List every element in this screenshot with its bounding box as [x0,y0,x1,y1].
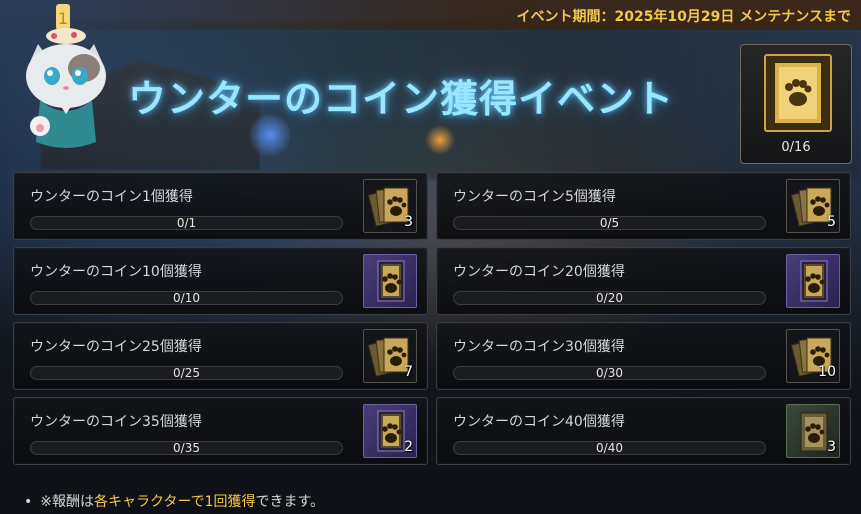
progress-text: 0/20 [596,291,623,305]
mission-label: ウンターのコイン35個獲得 [30,414,202,430]
reward-slot[interactable]: 2 [363,404,417,458]
mission-label: ウンターのコイン40個獲得 [453,414,625,430]
reward-quantity: 5 [827,214,836,230]
progress-text: 0/30 [596,366,623,380]
mission-card[interactable]: ウンターのコイン1個獲得 0/1 3 [13,172,428,240]
reward-slot[interactable] [786,254,840,308]
reward-quantity: 3 [827,439,836,455]
mission-label: ウンターのコイン25個獲得 [30,339,202,355]
mission-label: ウンターのコイン10個獲得 [30,264,202,280]
reward-slot[interactable]: 7 [363,329,417,383]
progress-text: 0/25 [173,366,200,380]
footer-suffix: できます。 [255,494,325,510]
footer-note: • ※報酬は各キャラクターで1回獲得できます。 [24,491,324,511]
mission-label: ウンターのコイン20個獲得 [453,264,625,280]
footer-highlight: 各キャラクターで1回獲得 [94,494,256,510]
reward-slot[interactable]: 10 [786,329,840,383]
reward-slot[interactable]: 3 [363,179,417,233]
reward-quantity: 7 [404,364,413,380]
progress-text: 0/10 [173,291,200,305]
mission-card[interactable]: ウンターのコイン30個獲得 0/30 10 [436,322,851,390]
mission-grid: ウンターのコイン1個獲得 0/1 3 ウンターのコイン5個獲得 0/5 5 ウンターのコイン… [0,0,861,514]
mission-label: ウンターのコイン1個獲得 [30,189,193,205]
reward-slot[interactable]: 5 [786,179,840,233]
reward-slot[interactable] [363,254,417,308]
mission-card[interactable]: ウンターのコイン40個獲得 0/40 3 [436,397,851,465]
mission-card[interactable]: ウンターのコイン20個獲得 0/20 [436,247,851,315]
mission-card[interactable]: ウンターのコイン10個獲得 0/10 [13,247,428,315]
mission-card[interactable]: ウンターのコイン25個獲得 0/25 7 [13,322,428,390]
reward-quantity: 3 [404,214,413,230]
reward-quantity: 2 [404,439,413,455]
progress-text: 0/1 [176,216,197,230]
progress-text: 0/5 [599,216,620,230]
mission-card[interactable]: ウンターのコイン35個獲得 0/35 2 [13,397,428,465]
reward-slot[interactable]: 3 [786,404,840,458]
footer-prefix: ※報酬は [40,494,94,510]
mission-card[interactable]: ウンターのコイン5個獲得 0/5 5 [436,172,851,240]
reward-quantity: 10 [818,364,836,380]
mission-label: ウンターのコイン30個獲得 [453,339,625,355]
progress-text: 0/40 [596,441,623,455]
mission-label: ウンターのコイン5個獲得 [453,189,616,205]
footer-bullet: • [24,494,33,510]
progress-text: 0/35 [173,441,200,455]
